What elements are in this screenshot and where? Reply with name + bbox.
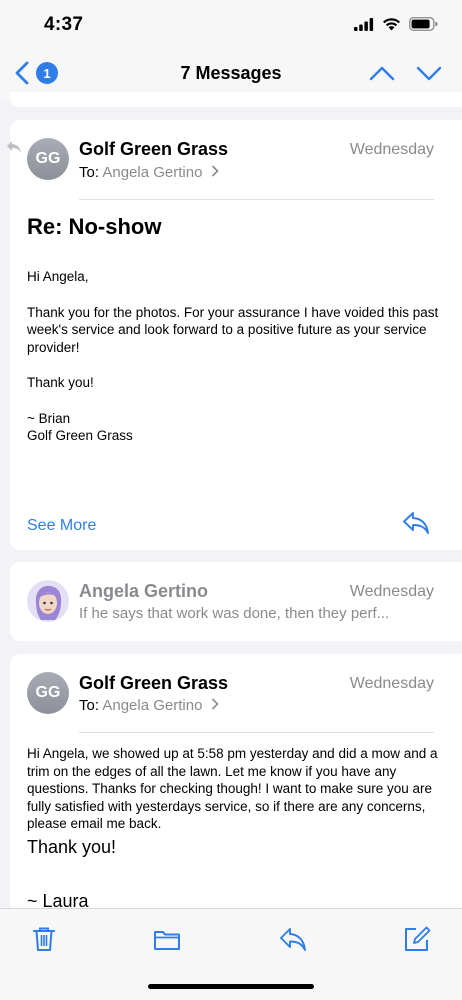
body-paragraph: Thank you for the photos. For your assur… bbox=[27, 304, 439, 355]
next-message-icon[interactable] bbox=[416, 64, 442, 82]
memoji-face-icon bbox=[35, 585, 62, 620]
wifi-icon bbox=[383, 18, 400, 31]
message-body: Hi Angela, Thank you for the photos. For… bbox=[27, 268, 442, 445]
message-card[interactable]: GG Golf Green Grass Wednesday To: Angela… bbox=[10, 654, 462, 914]
message-card[interactable]: GG Golf Green Grass Wednesday To: Angela… bbox=[7, 120, 462, 550]
message-date: Wednesday bbox=[349, 675, 434, 692]
recipient-line[interactable]: To: Angela Gertino bbox=[79, 697, 219, 714]
memoji-avatar bbox=[27, 580, 69, 622]
sender-name: Golf Green Grass bbox=[79, 673, 229, 693]
message-subject: Re: No-show bbox=[27, 214, 162, 239]
folder-icon[interactable] bbox=[153, 925, 181, 953]
home-indicator bbox=[148, 984, 314, 989]
trash-icon[interactable] bbox=[30, 925, 58, 953]
replied-indicator-icon bbox=[7, 141, 21, 153]
status-icons bbox=[354, 17, 438, 31]
see-more-link[interactable]: See More bbox=[27, 517, 96, 535]
body-closing: Thank you! bbox=[27, 837, 117, 857]
sender-name: Angela Gertino bbox=[79, 581, 209, 601]
compose-icon[interactable] bbox=[403, 925, 431, 953]
recipient-name: Angela Gertino bbox=[102, 697, 203, 714]
body-closing: Thank you! bbox=[27, 375, 94, 390]
status-time: 4:37 bbox=[44, 14, 84, 35]
chevron-right-icon bbox=[211, 698, 219, 710]
battery-icon bbox=[409, 17, 438, 31]
chevron-right-icon bbox=[211, 165, 219, 177]
body-signature-company: Golf Green Grass bbox=[27, 428, 133, 443]
message-body: Hi Angela, we showed up at 5:58 pm yeste… bbox=[27, 746, 438, 831]
previous-message-card[interactable] bbox=[10, 92, 462, 107]
reply-icon[interactable] bbox=[402, 511, 430, 535]
recipient-line[interactable]: To: Angela Gertino bbox=[79, 164, 219, 181]
message-card-collapsed[interactable]: Angela Gertino Wednesday If he says that… bbox=[10, 562, 462, 641]
recipient-name: Angela Gertino bbox=[102, 164, 203, 181]
header-divider bbox=[79, 199, 434, 200]
signal-icon bbox=[354, 17, 374, 31]
body-greeting: Hi Angela, bbox=[27, 269, 89, 284]
status-bar: 4:37 bbox=[0, 0, 462, 46]
reply-icon[interactable] bbox=[279, 925, 307, 953]
avatar: GG bbox=[27, 672, 69, 714]
message-preview: If he says that work was done, then they… bbox=[79, 605, 390, 622]
body-signature-name: ~ Brian bbox=[27, 410, 71, 426]
to-label: To: bbox=[79, 164, 100, 181]
avatar: GG bbox=[27, 138, 69, 180]
sender-name: Golf Green Grass bbox=[79, 139, 229, 159]
previous-message-icon[interactable] bbox=[369, 64, 395, 82]
message-date: Wednesday bbox=[349, 583, 434, 600]
to-label: To: bbox=[79, 697, 100, 714]
header-divider bbox=[79, 732, 434, 733]
message-date: Wednesday bbox=[349, 141, 434, 158]
